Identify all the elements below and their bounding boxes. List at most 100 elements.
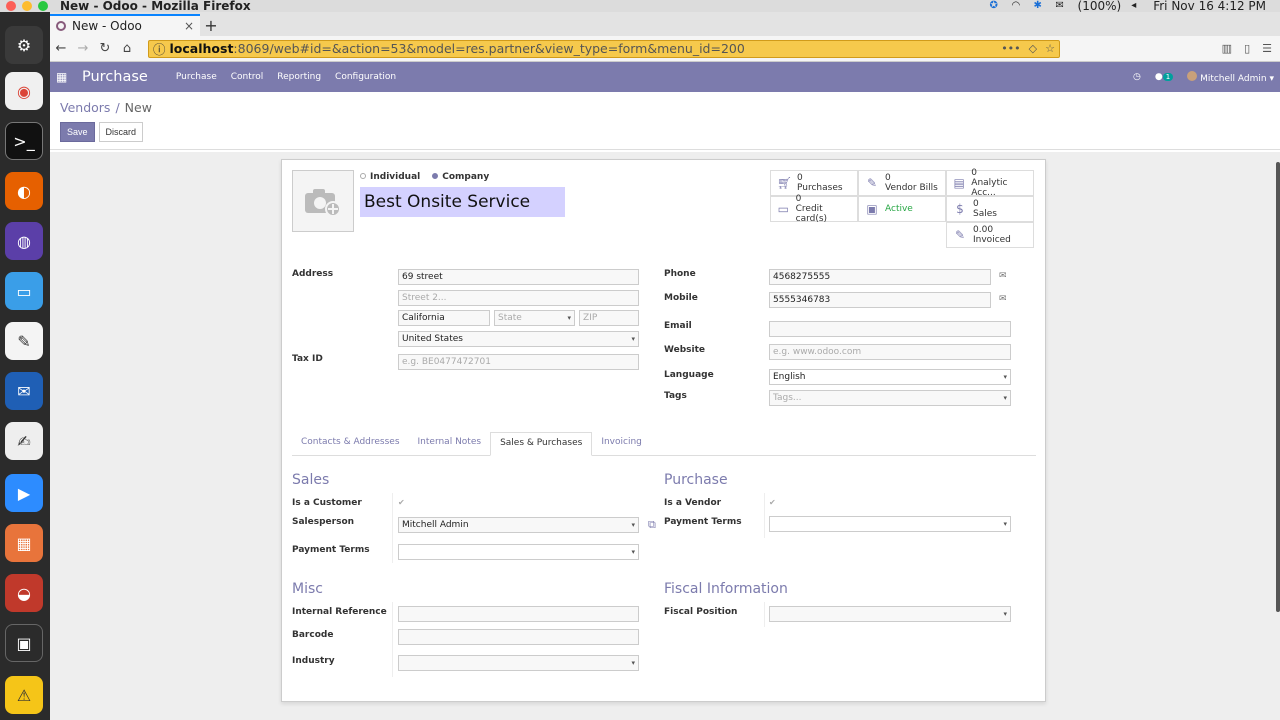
maximize-window-icon[interactable]	[38, 1, 48, 11]
browser-menu-icon[interactable]: ☰	[1262, 42, 1272, 55]
website-input[interactable]: e.g. www.odoo.com	[769, 344, 1011, 360]
street-input[interactable]: 69 street	[398, 269, 639, 285]
cart-icon: 🛒︎	[777, 176, 793, 190]
close-window-icon[interactable]	[6, 1, 16, 11]
vendor-bills-smart-button[interactable]: ✎ 0 Vendor Bills	[858, 170, 946, 196]
window-controls[interactable]	[6, 1, 48, 11]
mobile-input[interactable]: 5555346783	[769, 292, 991, 308]
scrollbar[interactable]	[1276, 162, 1280, 612]
active-toggle-button[interactable]: ▣ Active	[858, 196, 946, 222]
fiscal-position-select[interactable]	[769, 606, 1011, 622]
sales-payment-terms-select[interactable]	[398, 544, 639, 560]
breadcrumb-current: New	[124, 100, 152, 115]
chrome-icon[interactable]: ◉	[5, 72, 43, 110]
menu-control[interactable]: Control	[231, 72, 264, 82]
forward-button[interactable]: →	[72, 38, 94, 60]
writer-icon[interactable]: ✍	[5, 422, 43, 460]
menu-reporting[interactable]: Reporting	[277, 72, 321, 82]
divider	[764, 602, 765, 627]
radio-individual[interactable]: Individual	[360, 172, 420, 182]
wifi-icon[interactable]: ◠	[1012, 1, 1024, 11]
bookmark-star-icon[interactable]: ☆	[1045, 42, 1055, 55]
zip-input[interactable]: ZIP	[579, 310, 639, 326]
url-bar[interactable]: ⓘ localhost:8069/web#id=&action=53&model…	[148, 39, 1060, 58]
url-host: localhost	[169, 41, 234, 56]
menu-configuration[interactable]: Configuration	[335, 72, 396, 82]
eclipse-icon[interactable]: ◍	[5, 222, 43, 260]
library-icon[interactable]: ▥	[1222, 42, 1232, 55]
is-vendor-checkbox[interactable]: ✔	[769, 498, 777, 507]
site-info-icon[interactable]: ⓘ	[153, 39, 166, 58]
tags-input[interactable]: Tags...	[769, 390, 1011, 406]
divider	[392, 602, 393, 677]
sales-smart-button[interactable]: $0 Sales	[946, 196, 1034, 222]
firefox-icon[interactable]: ◐	[5, 172, 43, 210]
os-menu-bar: New - Odoo - Mozilla Firefox ✪ ◠ ✱ ✉ (10…	[0, 0, 1280, 13]
save-button[interactable]: Save	[60, 122, 95, 142]
messaging-menu[interactable]: ● 1	[1155, 72, 1174, 82]
tab-invoicing[interactable]: Invoicing	[592, 432, 651, 455]
partner-name-input[interactable]: Best Onsite Service	[360, 187, 565, 217]
zoom-icon[interactable]: ▶	[5, 474, 43, 512]
radio-company[interactable]: Company	[432, 172, 489, 182]
industry-select[interactable]	[398, 655, 639, 671]
bluetooth-icon[interactable]: ✱	[1034, 1, 1046, 11]
workspace-icon[interactable]: ▣	[5, 624, 43, 662]
tab-sales-purchases[interactable]: Sales & Purchases	[490, 432, 593, 456]
close-tab-icon[interactable]: ×	[184, 19, 194, 33]
app-name[interactable]: Purchase	[82, 69, 148, 85]
breadcrumb-vendors[interactable]: Vendors	[60, 100, 110, 115]
internal-reference-input[interactable]	[398, 606, 639, 622]
minimize-window-icon[interactable]	[22, 1, 32, 11]
sidebar-icon[interactable]: ▯	[1244, 42, 1250, 55]
files-icon[interactable]: ▭	[5, 272, 43, 310]
tab-internal-notes[interactable]: Internal Notes	[409, 432, 491, 455]
email-label: Email	[664, 321, 692, 331]
app-icon[interactable]: ◒	[5, 574, 43, 612]
credit-cards-smart-button[interactable]: ▭ 0 Credit card(s)	[770, 194, 858, 224]
calculator-icon[interactable]: ▦	[5, 524, 43, 562]
user-menu[interactable]: Mitchell Admin ▾	[1187, 70, 1274, 84]
tax-id-input[interactable]: e.g. BE0477472701	[398, 354, 639, 370]
text-editor-icon[interactable]: ✎	[5, 322, 43, 360]
address-label: Address	[292, 269, 334, 279]
partner-image-field[interactable]	[292, 170, 354, 232]
salesperson-select[interactable]: Mitchell Admin	[398, 517, 639, 533]
browser-tab[interactable]: New - Odoo ×	[50, 14, 200, 36]
invoiced-smart-button[interactable]: ✎ 0.00 Invoiced	[946, 222, 1034, 248]
city-input[interactable]: California	[398, 310, 490, 326]
page-actions-icon[interactable]: •••	[1001, 42, 1020, 55]
language-select[interactable]: English	[769, 369, 1011, 385]
volume-icon[interactable]: ◂	[1131, 1, 1143, 11]
is-customer-checkbox[interactable]: ✔	[398, 498, 406, 507]
new-tab-button[interactable]: +	[200, 14, 222, 36]
phone-input[interactable]: 4568275555	[769, 269, 991, 285]
sms-icon[interactable]: ✉	[999, 271, 1007, 281]
barcode-input[interactable]	[398, 629, 639, 645]
analytic-accounts-smart-button[interactable]: ▤ 0 Analytic Acc...	[946, 168, 1034, 198]
terminal-icon[interactable]: >_	[5, 122, 43, 160]
thunderbird-icon[interactable]: ✉	[5, 372, 43, 410]
sms-icon[interactable]: ✉	[999, 294, 1007, 304]
back-button[interactable]: ←	[50, 38, 72, 60]
mail-icon[interactable]: ✉	[1056, 1, 1068, 11]
tab-contacts-addresses[interactable]: Contacts & Addresses	[292, 432, 409, 455]
warning-icon[interactable]: ⚠	[5, 676, 43, 714]
discard-button[interactable]: Discard	[98, 122, 144, 142]
street2-input[interactable]: Street 2...	[398, 290, 639, 306]
state-select[interactable]: State	[494, 310, 575, 326]
internal-reference-label: Internal Reference	[292, 607, 387, 617]
home-button[interactable]: ⌂	[116, 38, 138, 60]
pocket-icon[interactable]: ◇	[1029, 42, 1037, 55]
email-input[interactable]	[769, 321, 1011, 337]
country-select[interactable]: United States	[398, 331, 639, 347]
menu-purchase[interactable]: Purchase	[176, 72, 217, 82]
external-link-icon[interactable]: ⧉	[648, 518, 656, 532]
launcher-icon[interactable]: ⚙	[5, 26, 43, 64]
activity-clock-icon[interactable]: ◷	[1133, 72, 1141, 82]
purchases-smart-button[interactable]: 🛒︎ 0 Purchases	[770, 170, 858, 196]
purchase-payment-terms-select[interactable]	[769, 516, 1011, 532]
reload-button[interactable]: ↻	[94, 38, 116, 60]
accessibility-icon[interactable]: ✪	[990, 1, 1002, 11]
apps-grid-icon[interactable]: ▦	[56, 70, 76, 84]
